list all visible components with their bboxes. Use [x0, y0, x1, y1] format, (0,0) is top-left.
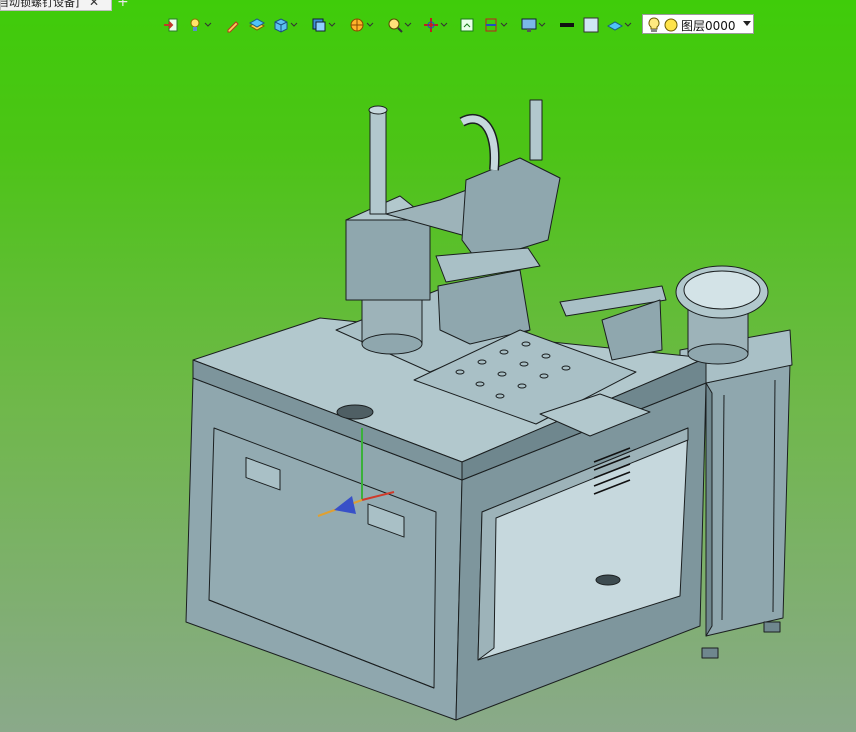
model-viewport[interactable] — [0, 0, 856, 732]
feeder-cabinet — [705, 362, 791, 637]
